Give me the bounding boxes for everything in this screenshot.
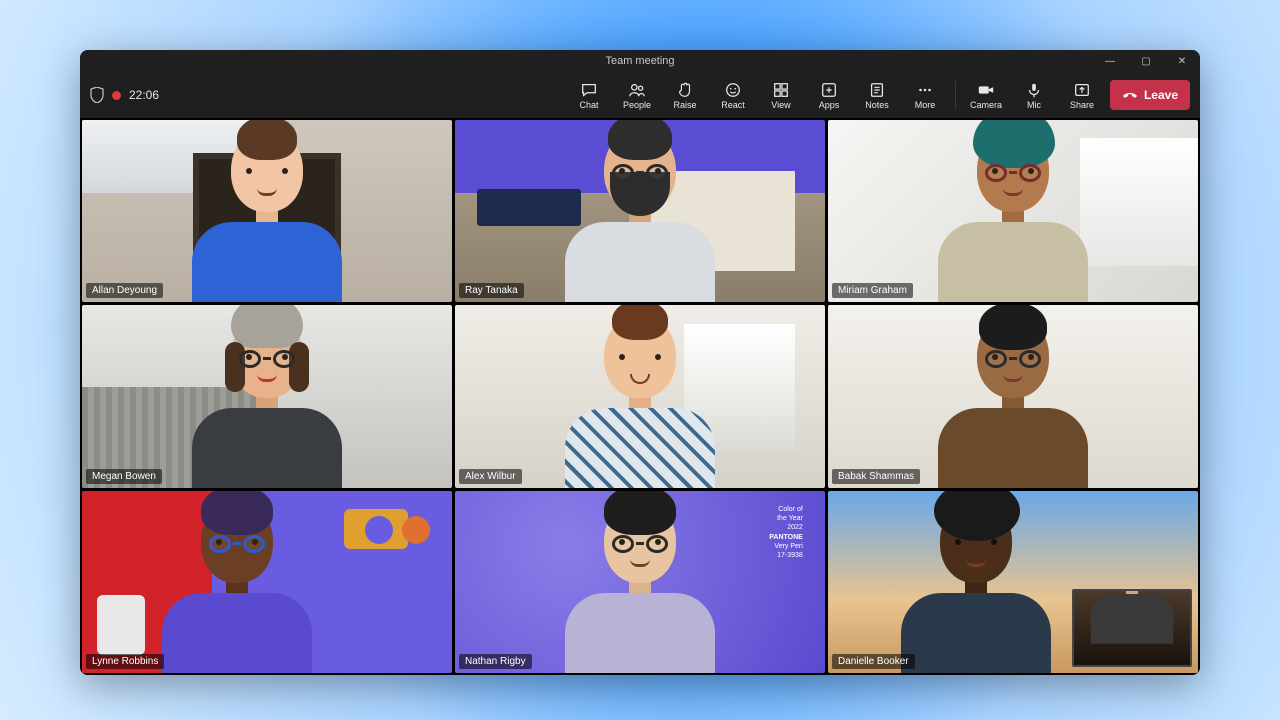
maximize-button[interactable]: ▢: [1128, 50, 1164, 72]
participant-name: Ray Tanaka: [459, 283, 524, 298]
people-icon: [628, 81, 646, 99]
apps-icon: [820, 81, 838, 99]
people-button[interactable]: People: [617, 76, 657, 114]
participant-tile[interactable]: Alex Wilbur: [455, 305, 825, 487]
toolbar-separator: [955, 81, 956, 109]
window-controls: — ▢ ✕: [1092, 50, 1200, 72]
participant-tile[interactable]: Miriam Graham: [828, 120, 1198, 302]
mic-button[interactable]: Mic: [1014, 76, 1054, 114]
share-button[interactable]: Share: [1062, 76, 1102, 114]
participant-name: Babak Shammas: [832, 469, 920, 484]
react-button[interactable]: React: [713, 76, 753, 114]
participant-tile[interactable]: Babak Shammas: [828, 305, 1198, 487]
apps-button[interactable]: Apps: [809, 76, 849, 114]
window-title: Team meeting: [605, 55, 674, 67]
participant-grid: Allan Deyoung Ray Tanaka: [80, 118, 1200, 675]
more-button[interactable]: More: [905, 76, 945, 114]
participant-name: Alex Wilbur: [459, 469, 522, 484]
view-button[interactable]: View: [761, 76, 801, 114]
camera-icon: [977, 81, 995, 99]
participant-name: Megan Bowen: [86, 469, 162, 484]
participant-tile[interactable]: Lynne Robbins: [82, 491, 452, 673]
recording-area: 22:06: [90, 87, 159, 103]
participant-tile[interactable]: Color ofthe Year2022PANTONEVery Peri17-3…: [455, 491, 825, 673]
title-bar: Team meeting — ▢ ✕: [80, 50, 1200, 72]
notes-icon: [868, 81, 886, 99]
self-view[interactable]: [1072, 589, 1192, 667]
minimize-button[interactable]: —: [1092, 50, 1128, 72]
leave-label: Leave: [1144, 88, 1178, 102]
leave-button[interactable]: Leave: [1110, 80, 1190, 110]
close-button[interactable]: ✕: [1164, 50, 1200, 72]
camera-button[interactable]: Camera: [966, 76, 1006, 114]
participant-name: Miriam Graham: [832, 283, 913, 298]
hangup-icon: [1122, 89, 1138, 101]
meeting-window: Team meeting — ▢ ✕ 22:06 Chat People Rai…: [80, 50, 1200, 675]
participant-tile[interactable]: Allan Deyoung: [82, 120, 452, 302]
participant-tile[interactable]: Ray Tanaka: [455, 120, 825, 302]
meeting-timer: 22:06: [129, 88, 159, 102]
chat-icon: [580, 81, 598, 99]
more-icon: [916, 81, 934, 99]
raise-hand-icon: [676, 81, 694, 99]
notes-button[interactable]: Notes: [857, 76, 897, 114]
participant-tile[interactable]: Megan Bowen: [82, 305, 452, 487]
mic-icon: [1025, 81, 1043, 99]
react-icon: [724, 81, 742, 99]
privacy-shield-icon: [90, 87, 104, 103]
chat-button[interactable]: Chat: [569, 76, 609, 114]
participant-name: Allan Deyoung: [86, 283, 163, 298]
record-icon: [112, 91, 121, 100]
view-icon: [772, 81, 790, 99]
participant-name: Danielle Booker: [832, 654, 915, 669]
participant-name: Lynne Robbins: [86, 654, 164, 669]
participant-tile[interactable]: Danielle Booker: [828, 491, 1198, 673]
share-icon: [1073, 81, 1091, 99]
meeting-toolbar: 22:06 Chat People Raise React View Apps: [80, 72, 1200, 118]
raise-hand-button[interactable]: Raise: [665, 76, 705, 114]
participant-name: Nathan Rigby: [459, 654, 532, 669]
